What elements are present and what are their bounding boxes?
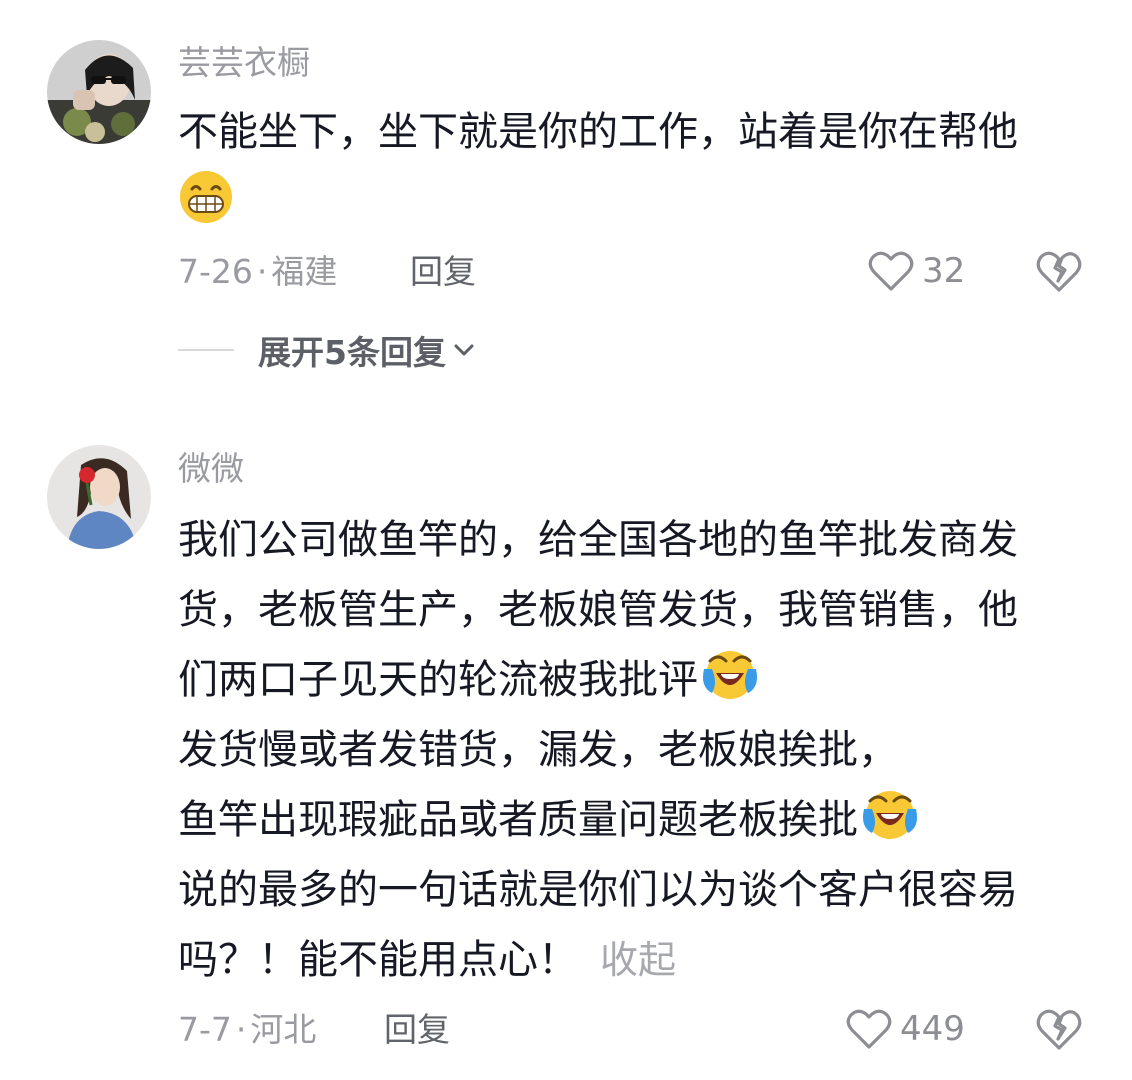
like-count: 449 [900,1009,965,1049]
crying-laughing-face-icon [863,791,917,839]
username[interactable]: 微微 [178,449,244,489]
comment-line-text: 吗？！能不能用点心！ [178,937,578,983]
broken-heart-icon[interactable] [1034,1004,1084,1054]
heart-outline-icon [846,1009,892,1049]
comment-2: 微微 我们公司做鱼竿的，给全国各地的鱼竿批发商发 货，老板管生产，老板娘管发货，… [0,0,1132,1080]
comment-location: 河北 [250,1010,317,1049]
reply-button[interactable]: 回复 [384,1010,450,1050]
comment-line: 说的最多的一句话就是你们以为谈个客户很容易 [178,867,1018,913]
comment-line-with-emoji: 鱼竿出现瑕疵品或者质量问题老板挨批 [178,785,1078,855]
separator-dot: · [235,1010,247,1049]
comment-text: 我们公司做鱼竿的，给全国各地的鱼竿批发商发 货，老板管生产，老板娘管发货，我管销… [178,505,1078,995]
comment-date: 7-7 [178,1010,232,1049]
crying-laughing-face-icon [703,651,757,699]
collapse-button[interactable]: 收起 [600,938,676,982]
comment-line-with-collapse: 吗？！能不能用点心！ 收起 [178,925,1078,995]
comment-meta: 7-7 · 河北 [178,1010,316,1050]
comment-line: 货，老板管生产，老板娘管发货，我管销售，他 [178,587,1018,633]
comment-line: 发货慢或者发错货，漏发，老板娘挨批， [178,727,898,773]
like-button[interactable]: 449 [846,1004,965,1054]
comment-line-text: 鱼竿出现瑕疵品或者质量问题老板挨批 [178,797,858,843]
comment-line-with-emoji: 们两口子见天的轮流被我批评 [178,645,1078,715]
comment-line: 我们公司做鱼竿的，给全国各地的鱼竿批发商发 [178,517,1018,563]
comment-line-text: 们两口子见天的轮流被我批评 [178,657,698,703]
avatar[interactable] [47,445,151,549]
